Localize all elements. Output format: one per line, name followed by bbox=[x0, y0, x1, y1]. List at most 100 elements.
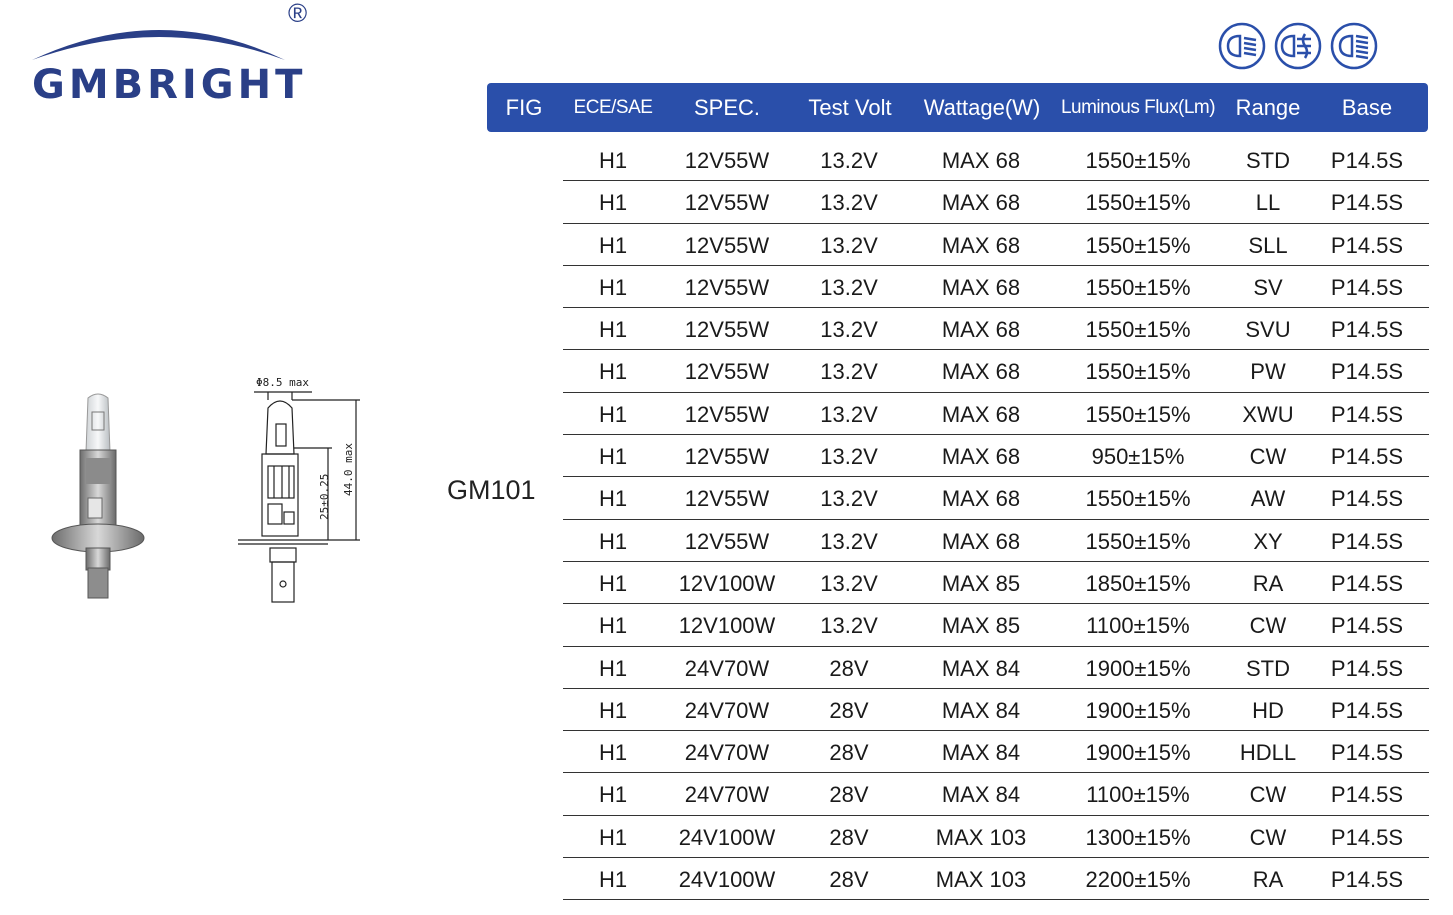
cell-wattage: MAX 85 bbox=[941, 613, 1021, 639]
cell-test-volt: 28V bbox=[829, 867, 869, 893]
table-row: H1 12V100W 13.2V MAX 85 1100±15% CW P14.5S bbox=[563, 604, 1429, 647]
cell-wattage: MAX 68 bbox=[941, 444, 1021, 470]
cell-ece-sae: H1 bbox=[598, 740, 628, 766]
cell-base: P14.5S bbox=[1330, 444, 1404, 470]
cell-wattage: MAX 103 bbox=[935, 824, 1027, 850]
cell-base: P14.5S bbox=[1330, 824, 1404, 850]
cell-test-volt: 13.2V bbox=[820, 232, 878, 258]
cell-spec: 24V100W bbox=[678, 824, 776, 850]
cell-range: AW bbox=[1250, 486, 1286, 512]
cell-luminous-flux: 1550±15% bbox=[1085, 486, 1191, 512]
table-row: H1 24V70W 28V MAX 84 1100±15% CW P14.5S bbox=[563, 773, 1429, 816]
cell-wattage: MAX 84 bbox=[941, 697, 1021, 723]
cell-base: P14.5S bbox=[1330, 486, 1404, 512]
cell-ece-sae: H1 bbox=[598, 359, 628, 385]
header-spec: SPEC. bbox=[693, 95, 761, 120]
cell-ece-sae: H1 bbox=[598, 317, 628, 343]
cell-range: SVU bbox=[1245, 317, 1291, 343]
cell-wattage: MAX 68 bbox=[941, 274, 1021, 300]
cell-test-volt: 13.2V bbox=[820, 317, 878, 343]
registered-mark: ® bbox=[288, 0, 308, 28]
cell-range: CW bbox=[1249, 824, 1287, 850]
cell-range: SV bbox=[1253, 274, 1283, 300]
spec-table-header: FIG ECE/SAE SPEC. Test Volt Wattage(W) L… bbox=[487, 83, 1428, 132]
cell-wattage: MAX 84 bbox=[941, 782, 1021, 808]
cell-luminous-flux: 1550±15% bbox=[1085, 401, 1191, 427]
cell-test-volt: 13.2V bbox=[820, 486, 878, 512]
cell-base: P14.5S bbox=[1330, 740, 1404, 766]
cell-ece-sae: H1 bbox=[598, 190, 628, 216]
cell-range: HD bbox=[1252, 697, 1284, 723]
cell-wattage: MAX 84 bbox=[941, 740, 1021, 766]
cell-spec: 12V55W bbox=[684, 274, 770, 300]
cell-ece-sae: H1 bbox=[598, 655, 628, 681]
cell-spec: 12V55W bbox=[684, 232, 770, 258]
cell-base: P14.5S bbox=[1330, 359, 1404, 385]
cell-range: XY bbox=[1253, 528, 1283, 554]
cell-base: P14.5S bbox=[1330, 867, 1404, 893]
cell-base: P14.5S bbox=[1330, 317, 1404, 343]
cell-base: P14.5S bbox=[1330, 148, 1404, 173]
cell-spec: 12V55W bbox=[684, 486, 770, 512]
cell-range: PW bbox=[1250, 359, 1286, 385]
cell-wattage: MAX 84 bbox=[941, 655, 1021, 681]
cell-base: P14.5S bbox=[1330, 613, 1404, 639]
cell-ece-sae: H1 bbox=[598, 782, 628, 808]
cell-ece-sae: H1 bbox=[598, 697, 628, 723]
cell-base: P14.5S bbox=[1330, 697, 1404, 723]
header-fig: FIG bbox=[505, 95, 543, 120]
cell-test-volt: 28V bbox=[829, 697, 869, 723]
cell-ece-sae: H1 bbox=[598, 486, 628, 512]
model-number: GM101 bbox=[447, 475, 536, 505]
cell-luminous-flux: 1900±15% bbox=[1085, 740, 1191, 766]
cell-base: P14.5S bbox=[1330, 655, 1404, 681]
cell-luminous-flux: 1550±15% bbox=[1085, 274, 1191, 300]
cell-luminous-flux: 2200±15% bbox=[1085, 867, 1191, 893]
cell-range: SLL bbox=[1248, 232, 1288, 258]
cell-ece-sae: H1 bbox=[598, 232, 628, 258]
high-beam-icon bbox=[1330, 22, 1378, 70]
cell-spec: 24V70W bbox=[684, 697, 770, 723]
cell-wattage: MAX 68 bbox=[941, 232, 1021, 258]
table-row: H1 12V55W 13.2V MAX 68 1550±15% XY P14.5S bbox=[563, 520, 1429, 562]
cell-test-volt: 13.2V bbox=[820, 401, 878, 427]
cell-test-volt: 13.2V bbox=[820, 570, 878, 596]
cell-base: P14.5S bbox=[1330, 570, 1404, 596]
cell-spec: 12V55W bbox=[684, 359, 770, 385]
table-row: H1 12V55W 13.2V MAX 68 1550±15% SV P14.5S bbox=[563, 266, 1429, 309]
dimension-drawing: Φ8.5 max 44.0 max 25±0.25 bbox=[232, 372, 372, 612]
table-row: H1 24V100W 28V MAX 103 2200±15% RA P14.5S bbox=[563, 858, 1429, 901]
header-ece-sae: ECE/SAE bbox=[573, 97, 653, 118]
cell-wattage: MAX 68 bbox=[941, 190, 1021, 216]
cell-ece-sae: H1 bbox=[598, 148, 628, 173]
cell-wattage: MAX 68 bbox=[941, 317, 1021, 343]
cell-luminous-flux: 1900±15% bbox=[1085, 655, 1191, 681]
table-row: H1 12V55W 13.2V MAX 68 1550±15% STD P14.5S bbox=[563, 139, 1429, 182]
table-row: H1 12V55W 13.2V MAX 68 1550±15% PW P14.5S bbox=[563, 350, 1429, 393]
cell-luminous-flux: 1550±15% bbox=[1085, 359, 1191, 385]
cell-wattage: MAX 103 bbox=[935, 867, 1027, 893]
cell-wattage: MAX 68 bbox=[941, 359, 1021, 385]
table-row: H1 12V55W 13.2V MAX 68 1550±15% AW P14.5S bbox=[563, 477, 1429, 520]
cell-luminous-flux: 1300±15% bbox=[1085, 824, 1191, 850]
cell-ece-sae: H1 bbox=[598, 824, 628, 850]
cell-range: STD bbox=[1246, 655, 1290, 681]
cell-range: STD bbox=[1246, 148, 1290, 173]
cell-base: P14.5S bbox=[1330, 190, 1404, 216]
cell-wattage: MAX 85 bbox=[941, 570, 1021, 596]
table-row: H1 24V100W 28V MAX 103 1300±15% CW P14.5S bbox=[563, 816, 1429, 859]
cell-wattage: MAX 68 bbox=[941, 148, 1021, 173]
cell-ece-sae: H1 bbox=[598, 867, 628, 893]
header-range: Range bbox=[1235, 95, 1301, 120]
cell-range: RA bbox=[1252, 867, 1284, 893]
cell-spec: 12V100W bbox=[678, 570, 776, 596]
table-row: H1 12V55W 13.2V MAX 68 1550±15% LL P14.5S bbox=[563, 181, 1429, 224]
cell-test-volt: 28V bbox=[829, 782, 869, 808]
cell-luminous-flux: 950±15% bbox=[1091, 444, 1185, 470]
cell-base: P14.5S bbox=[1330, 782, 1404, 808]
diameter-label: Φ8.5 max bbox=[256, 376, 309, 389]
cell-ece-sae: H1 bbox=[598, 444, 628, 470]
cell-test-volt: 13.2V bbox=[820, 274, 878, 300]
spec-table-body: H1 12V55W 13.2V MAX 68 1550±15% STD P14.5S H1 12… bbox=[563, 139, 1429, 901]
cell-luminous-flux: 1550±15% bbox=[1085, 317, 1191, 343]
